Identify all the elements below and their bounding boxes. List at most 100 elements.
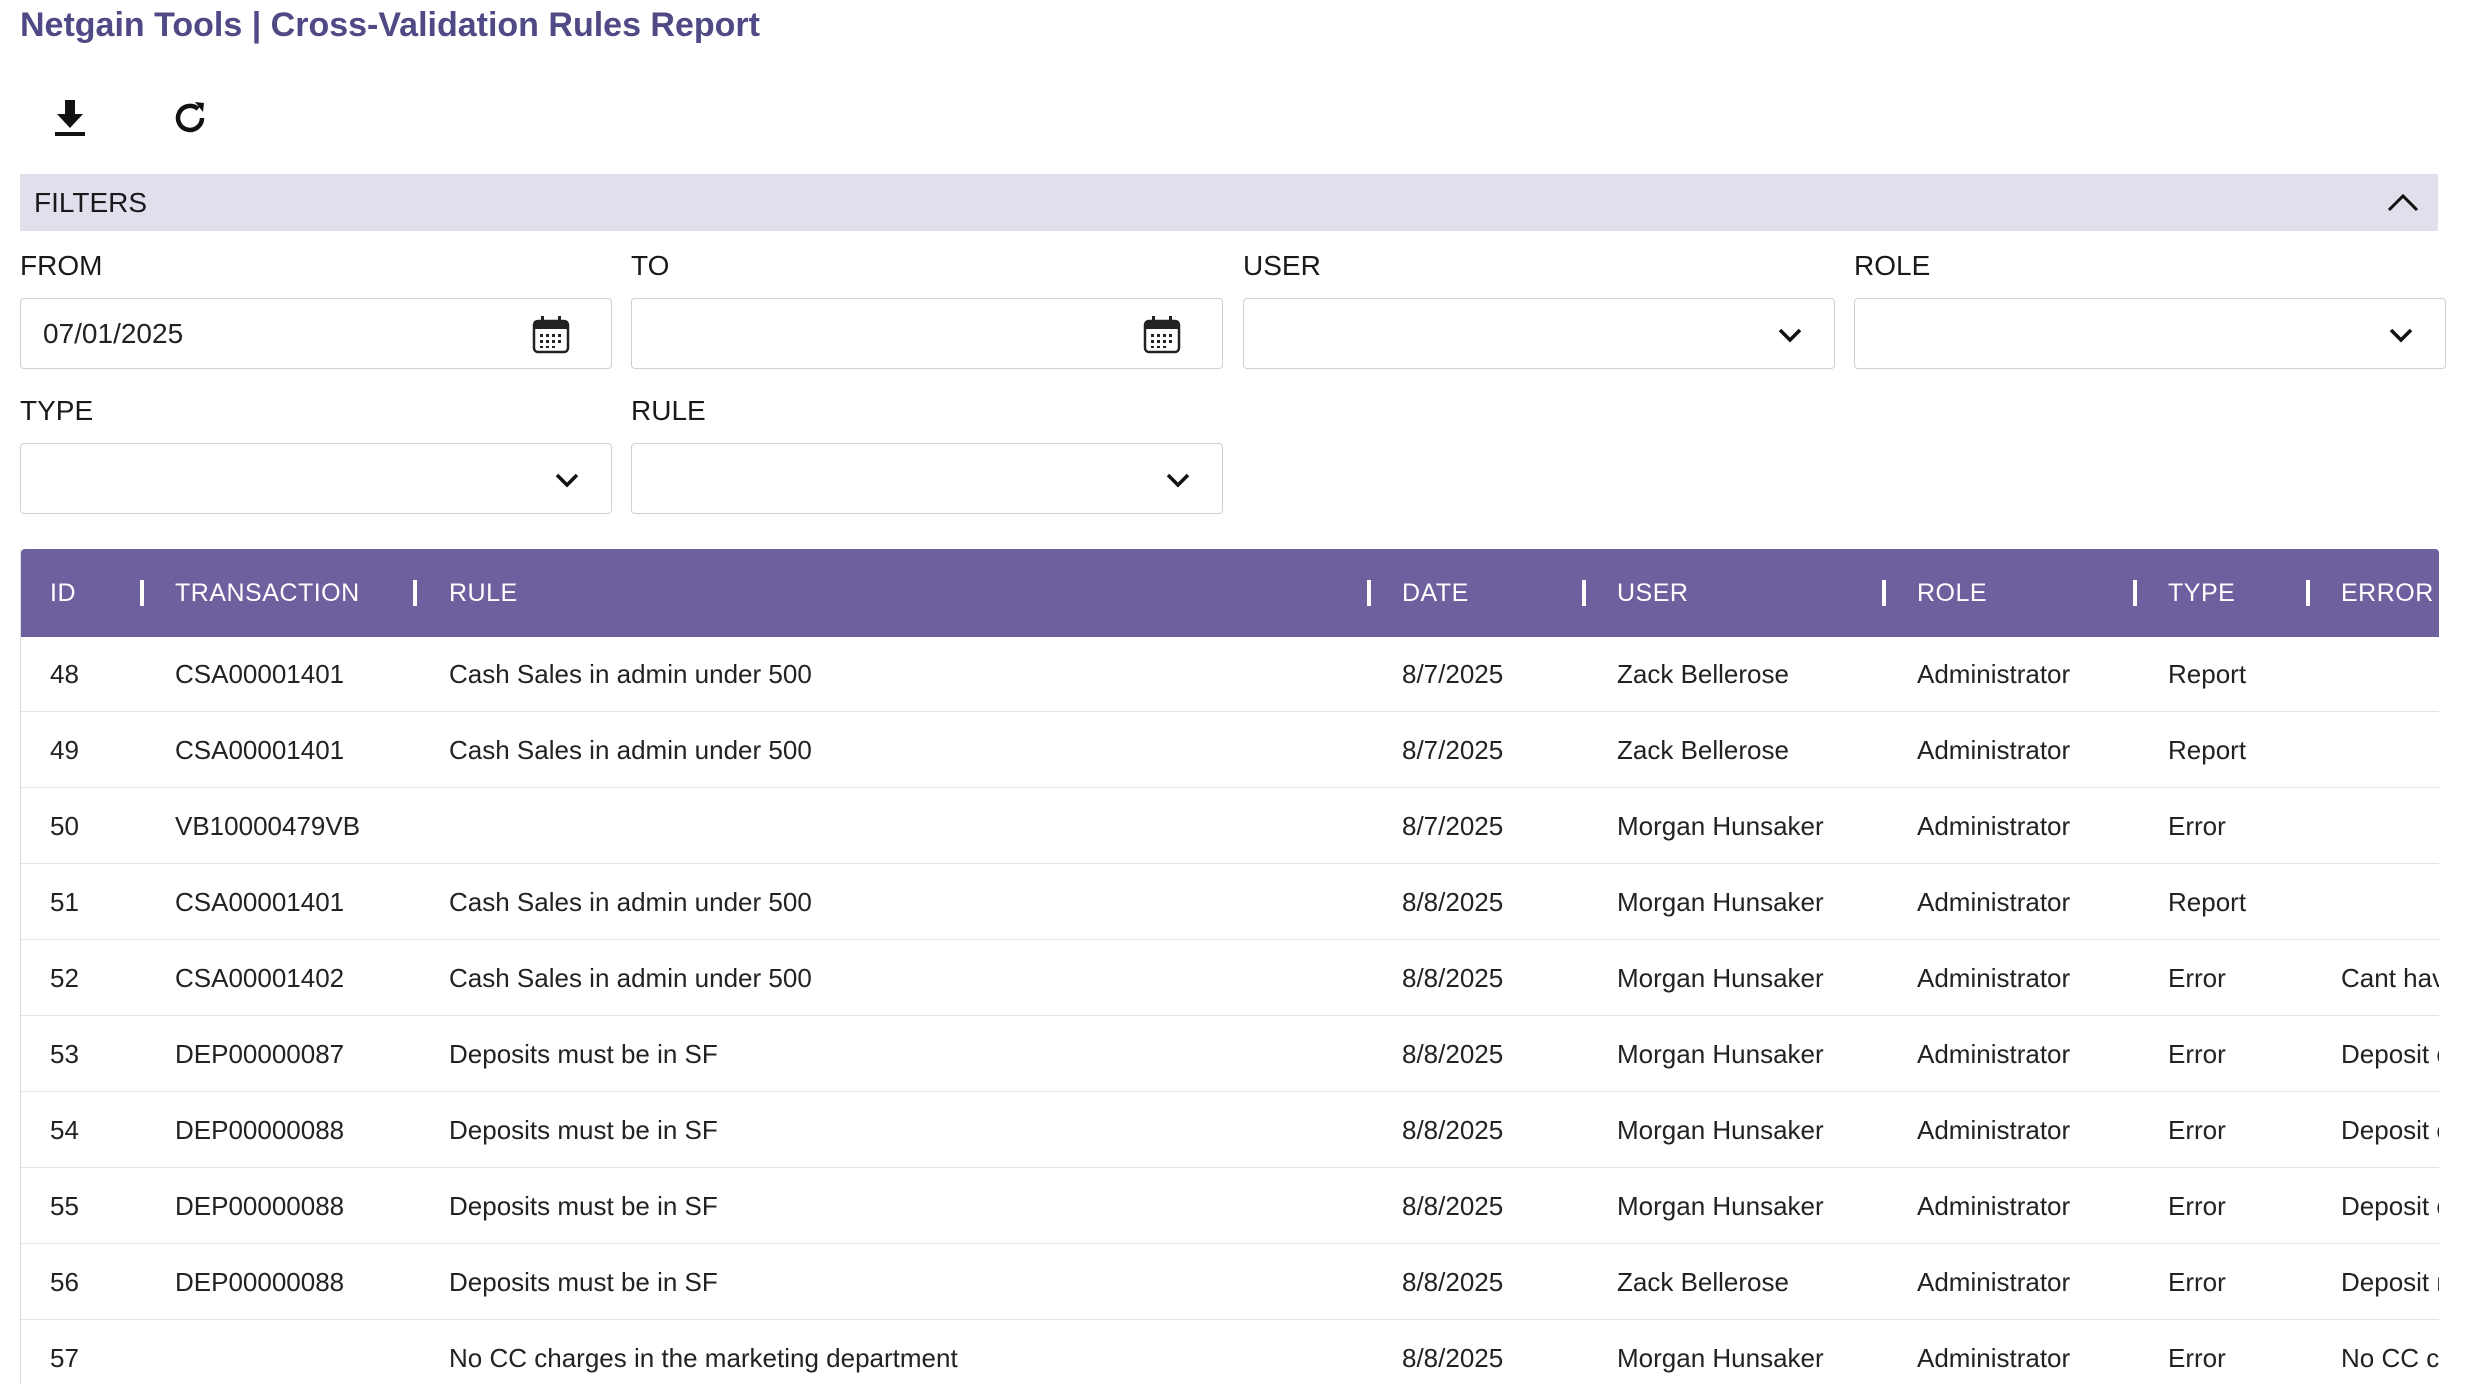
results-table: ID TRANSACTION RULE DATE USER ROLE TYPE … <box>20 549 2439 1384</box>
cell-rule: Cash Sales in admin under 500 <box>449 887 812 917</box>
from-date-value: 07/01/2025 <box>43 317 184 349</box>
column-header-rule[interactable]: RULE <box>449 549 518 637</box>
refresh-button[interactable] <box>160 88 220 148</box>
cell-date: 8/7/2025 <box>1402 659 1504 689</box>
user-label: USER <box>1243 250 1321 281</box>
cell-id: 54 <box>50 1115 79 1145</box>
cell-date: 8/7/2025 <box>1402 811 1504 841</box>
rule-select[interactable] <box>631 443 1223 514</box>
column-resize-handle[interactable] <box>1882 580 1886 606</box>
cell-error <box>2341 789 2439 864</box>
cell-transaction: VB10000479VB <box>175 811 361 841</box>
cell-error: Deposit ca <box>2341 1191 2439 1221</box>
to-date-field[interactable] <box>631 298 1223 369</box>
cell-user: Morgan Hunsaker <box>1617 1115 1824 1145</box>
cell-type: Error <box>2168 1267 2226 1297</box>
column-header-id[interactable]: ID <box>50 549 76 637</box>
table-row[interactable]: 50 VB10000479VB 8/7/2025 Morgan Hunsaker Adm… <box>21 789 2439 864</box>
table-row[interactable]: 56 DEP00000088 Deposits must be in SF 8/8/2… <box>21 1245 2439 1320</box>
filters-header: FILTERS <box>34 186 148 218</box>
cell-id: 57 <box>50 1343 79 1373</box>
column-resize-handle[interactable] <box>1582 580 1586 606</box>
column-header-user[interactable]: USER <box>1617 549 1688 637</box>
cell-transaction: DEP00000087 <box>175 1039 345 1069</box>
column-header-type[interactable]: TYPE <box>2168 549 2235 637</box>
chevron-down-icon <box>2389 328 2413 343</box>
cell-transaction: CSA00001401 <box>175 887 345 917</box>
cell-error: Cant have <box>2341 963 2439 993</box>
chevron-up-icon <box>2387 193 2419 212</box>
column-header-transaction[interactable]: TRANSACTION <box>175 549 360 637</box>
cell-date: 8/8/2025 <box>1402 1191 1504 1221</box>
cell-transaction <box>175 1321 435 1384</box>
column-resize-handle[interactable] <box>413 580 417 606</box>
cell-transaction: DEP00000088 <box>175 1267 345 1297</box>
cell-role: Administrator <box>1917 1191 2071 1221</box>
cell-type: Error <box>2168 1115 2226 1145</box>
table-row[interactable]: 57 No CC charges in the marketing departm… <box>21 1321 2439 1384</box>
table-row[interactable]: 53 DEP00000087 Deposits must be in SF 8/8/2… <box>21 1017 2439 1092</box>
cell-date: 8/8/2025 <box>1402 887 1504 917</box>
cell-error: Deposit ca <box>2341 1115 2439 1145</box>
column-header-date[interactable]: DATE <box>1402 549 1469 637</box>
table-row[interactable]: 55 DEP00000088 Deposits must be in SF 8/8/2… <box>21 1169 2439 1244</box>
cell-error <box>2341 865 2439 940</box>
cell-date: 8/8/2025 <box>1402 1039 1504 1069</box>
cell-date: 8/8/2025 <box>1402 1343 1504 1373</box>
cell-type: Report <box>2168 735 2247 765</box>
cell-id: 48 <box>50 659 79 689</box>
cell-rule: Cash Sales in admin under 500 <box>449 963 812 993</box>
cell-role: Administrator <box>1917 659 2071 689</box>
table-row[interactable]: 51 CSA00001401 Cash Sales in admin under 5… <box>21 865 2439 940</box>
cell-role: Administrator <box>1917 1343 2071 1373</box>
table-row[interactable]: 54 DEP00000088 Deposits must be in SF 8/8/2… <box>21 1093 2439 1168</box>
cell-transaction: DEP00000088 <box>175 1191 345 1221</box>
cell-type: Error <box>2168 1191 2226 1221</box>
column-resize-handle[interactable] <box>140 580 144 606</box>
column-header-error[interactable]: ERROR <box>2341 549 2434 637</box>
cell-rule: No CC charges in the marketing departmen… <box>449 1343 958 1373</box>
cell-id: 52 <box>50 963 79 993</box>
cell-id: 49 <box>50 735 79 765</box>
user-select[interactable] <box>1243 298 1835 369</box>
cell-transaction: CSA00001401 <box>175 735 345 765</box>
cell-error: No CC cha <box>2341 1343 2439 1373</box>
from-date-field[interactable]: 07/01/2025 <box>20 298 612 369</box>
rule-label: RULE <box>631 395 706 426</box>
cell-type: Error <box>2168 1343 2226 1373</box>
column-resize-handle[interactable] <box>1367 580 1371 606</box>
table-row[interactable]: 52 CSA00001402 Cash Sales in admin under 5… <box>21 941 2439 1016</box>
cell-id: 55 <box>50 1191 79 1221</box>
type-select[interactable] <box>20 443 612 514</box>
cell-type: Error <box>2168 963 2226 993</box>
cell-user: Zack Bellerose <box>1617 735 1789 765</box>
page-title: Netgain Tools | Cross-Validation Rules R… <box>20 6 760 44</box>
table-row[interactable]: 49 CSA00001401 Cash Sales in admin under 5… <box>21 713 2439 788</box>
column-header-role[interactable]: ROLE <box>1917 549 1987 637</box>
cell-user: Morgan Hunsaker <box>1617 1039 1824 1069</box>
cell-rule <box>449 789 1349 864</box>
cell-user: Zack Bellerose <box>1617 659 1789 689</box>
filters-toggle[interactable]: FILTERS <box>20 174 2438 231</box>
column-resize-handle[interactable] <box>2306 580 2310 606</box>
cell-role: Administrator <box>1917 1115 2071 1145</box>
download-button[interactable] <box>40 88 100 148</box>
cell-type: Error <box>2168 811 2226 841</box>
calendar-icon[interactable] <box>1142 315 1182 355</box>
cell-role: Administrator <box>1917 735 2071 765</box>
cell-date: 8/8/2025 <box>1402 963 1504 993</box>
column-resize-handle[interactable] <box>2133 580 2137 606</box>
cell-role: Administrator <box>1917 963 2071 993</box>
role-select[interactable] <box>1854 298 2446 369</box>
from-label: FROM <box>20 250 103 281</box>
chevron-down-icon <box>1778 328 1802 343</box>
cell-user: Morgan Hunsaker <box>1617 811 1824 841</box>
cell-user: Morgan Hunsaker <box>1617 887 1824 917</box>
table-row[interactable]: 48 CSA00001401 Cash Sales in admin under 5… <box>21 637 2439 712</box>
cell-user: Morgan Hunsaker <box>1617 1191 1824 1221</box>
cell-rule: Deposits must be in SF <box>449 1191 718 1221</box>
cell-role: Administrator <box>1917 811 2071 841</box>
chevron-down-icon <box>555 473 579 488</box>
calendar-icon[interactable] <box>531 315 571 355</box>
to-label: TO <box>631 250 670 281</box>
